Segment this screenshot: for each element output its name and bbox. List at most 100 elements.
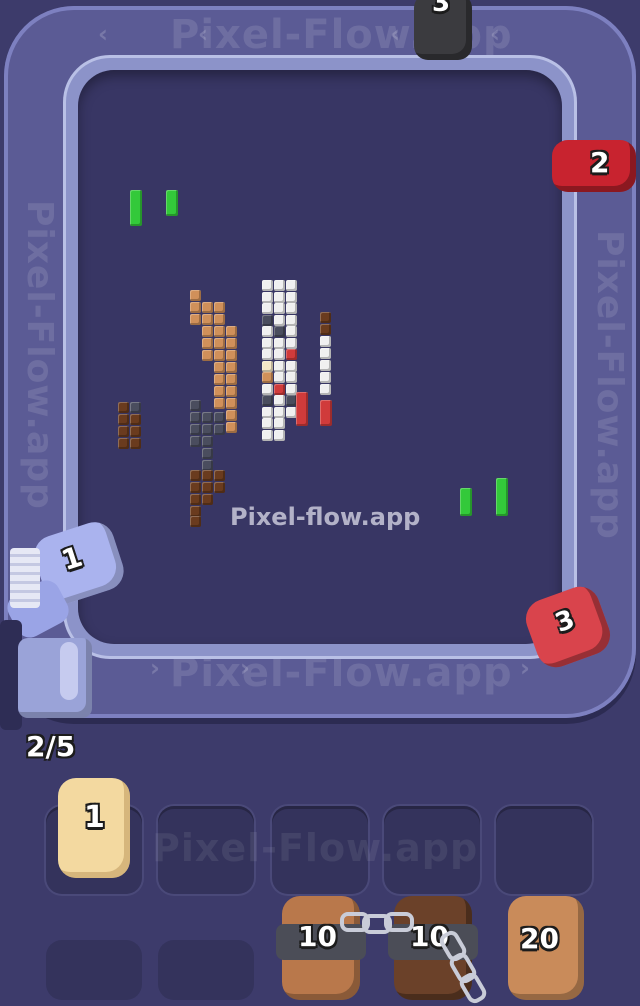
watermark-right: Pixel-Flow.app [589, 230, 630, 540]
launcher-ramp [10, 548, 40, 608]
pixel-block [226, 386, 237, 397]
shooter-ammo: 1 [57, 539, 87, 578]
pixel-block [202, 302, 213, 313]
pixel-block [274, 326, 285, 337]
pixel-block [202, 470, 213, 481]
pixel-block [190, 424, 201, 435]
pixel-block [286, 291, 297, 303]
pixel-block [320, 360, 331, 371]
pixel-block [274, 314, 285, 326]
shooter-ammo: 3 [551, 604, 579, 639]
pixel-block [286, 372, 297, 383]
pixel-block [274, 337, 285, 349]
slot-shooter-cream[interactable]: 1 [58, 778, 130, 878]
pixel-block [202, 412, 213, 423]
pixel-block [130, 402, 141, 413]
shooter-ammo: 10 [298, 920, 337, 953]
pixel-block [226, 398, 237, 409]
pixel-block [320, 384, 331, 395]
pixel-block [274, 303, 285, 314]
pixel-block [214, 326, 225, 337]
pixel-block [226, 374, 237, 385]
pixel-block [320, 312, 331, 323]
pixel-block [226, 410, 237, 421]
pixel-block [190, 482, 201, 493]
belt-arrow-icon: › [150, 654, 160, 682]
pixel-block [214, 350, 225, 361]
pixel-block [274, 349, 285, 360]
pixel-block [190, 314, 201, 325]
pixel-block [262, 383, 273, 395]
queue-slot [158, 940, 254, 1000]
pixel-block [262, 406, 273, 418]
belt-capacity-counter: 2/5 [26, 730, 76, 763]
pixel-block [214, 482, 225, 493]
launcher-box [18, 638, 92, 718]
pixel-block [274, 280, 285, 291]
pixel-block [214, 338, 225, 349]
pixel-block [202, 482, 213, 493]
belt-arrow-icon: › [240, 654, 250, 682]
pixel-block [214, 302, 225, 313]
pixel-block [320, 372, 331, 383]
pixel-block [274, 406, 285, 418]
queue-shooter-tan[interactable]: 20 [508, 896, 584, 1000]
pixel-block [286, 314, 297, 326]
pixel-block [274, 360, 285, 372]
pixel-block [190, 470, 201, 481]
belt-arrow-icon: ‹ [390, 20, 400, 48]
pixel-block [286, 326, 297, 337]
pixel-block [118, 438, 129, 449]
pixel-block [190, 412, 201, 423]
pixel-block [118, 402, 129, 413]
pixel-block [262, 418, 273, 429]
pixel-block [190, 436, 201, 447]
pixel-block [130, 414, 141, 425]
pixel-block [274, 418, 285, 429]
pixel-block [214, 386, 225, 397]
pixel-block [130, 438, 141, 449]
pixel-block [262, 395, 273, 406]
pixel-block [262, 280, 273, 291]
chain-icon [384, 912, 414, 932]
pixel-block [202, 436, 213, 447]
pixel-block [226, 422, 237, 433]
pixel-block [262, 337, 273, 349]
pixel-block [320, 336, 331, 347]
pixel-block [274, 291, 285, 303]
pixel-block [262, 372, 273, 383]
shooter-ammo: 3 [432, 0, 451, 18]
pixel-block [214, 362, 225, 373]
pixel-block [118, 414, 129, 425]
pixel-block [274, 372, 285, 383]
watermark-center: Pixel-flow.app [230, 503, 421, 531]
pixel-block [460, 488, 472, 516]
pixel-block [274, 383, 285, 395]
pixel-block [320, 400, 332, 426]
pixel-block [274, 429, 285, 441]
pixel-block [202, 314, 213, 325]
queue-slot [46, 940, 142, 1000]
pixel-block [496, 478, 508, 516]
pixel-block [202, 350, 213, 361]
belt-shooter-gray[interactable]: 3 [414, 0, 472, 60]
pixel-block [262, 303, 273, 314]
pixel-block [214, 424, 225, 435]
pixel-block [166, 190, 178, 216]
pixel-block [190, 302, 201, 313]
launcher-window [60, 642, 78, 700]
pixel-block [190, 290, 201, 301]
watermark-bottom: Pixel-Flow.app [170, 650, 513, 696]
pixel-block [202, 338, 213, 349]
slot[interactable] [496, 806, 592, 894]
belt-shooter-red[interactable]: 2 [552, 140, 636, 192]
pixel-block [262, 291, 273, 303]
pixel-block [226, 338, 237, 349]
pixel-block [214, 314, 225, 325]
pixel-block [118, 426, 129, 437]
pixel-block [286, 349, 297, 360]
shooter-ammo: 2 [590, 146, 610, 179]
pixel-block [202, 326, 213, 337]
pixel-block [262, 326, 273, 337]
pixel-block [262, 360, 273, 372]
